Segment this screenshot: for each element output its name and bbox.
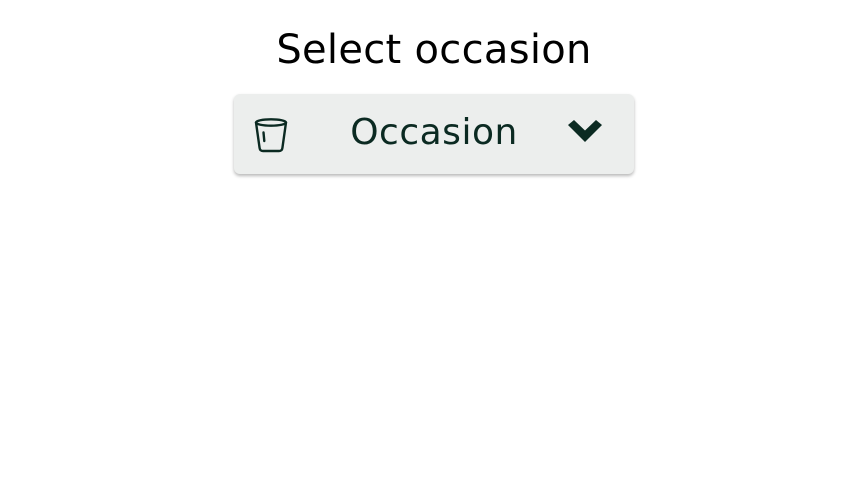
chevron-down-icon[interactable] (564, 120, 606, 148)
page-title: Select occasion (276, 27, 592, 73)
cup-icon (251, 114, 291, 154)
occasion-select[interactable]: Occasion (234, 94, 634, 174)
